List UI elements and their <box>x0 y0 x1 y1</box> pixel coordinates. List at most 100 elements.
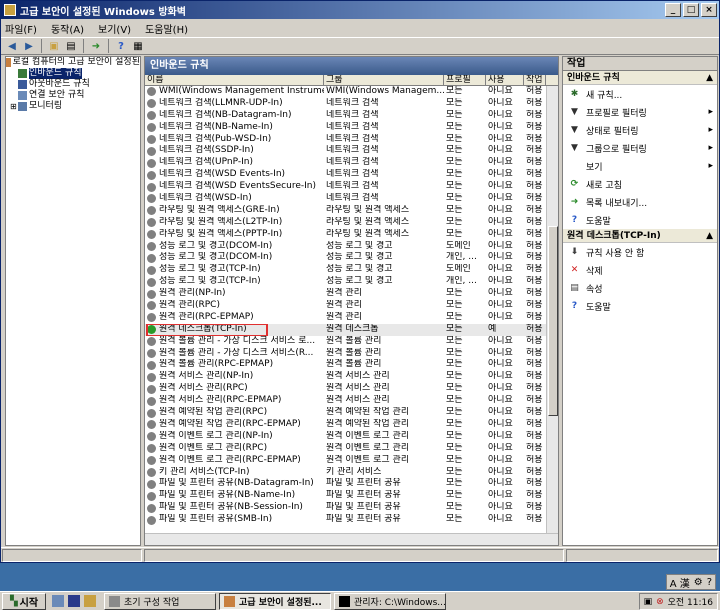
rule-row[interactable]: 원격 예약된 작업 관리(RPC) 원격 예약된 작업 관리 모든 아니요 허용 <box>145 407 558 419</box>
action-item[interactable]: 보기 ▸ <box>563 157 717 175</box>
actions-section-rule[interactable]: 원격 데스크톱(TCP-In) ▲ <box>563 229 717 243</box>
menu-view[interactable]: 보기(V) <box>98 21 131 36</box>
rule-row[interactable]: 원격 관리(RPC) 원격 관리 모든 아니요 허용 <box>145 300 558 312</box>
task-cmd[interactable]: 관리자: C:\Windows... <box>334 592 446 610</box>
rule-row[interactable]: 원격 볼륨 관리(RPC-EPMAP) 원격 볼륨 관리 모든 아니요 허용 <box>145 359 558 371</box>
rule-row[interactable]: 네트워크 검색(WSD Events-In) 네트워크 검색 모든 아니요 허용 <box>145 169 558 181</box>
rule-row[interactable]: 파일 및 프린터 공유(NB-Session-In) 파일 및 프린터 공유 모든 아… <box>145 502 558 514</box>
rule-row[interactable]: 원격 이벤트 로그 관리(RPC-EPMAP) 원격 이벤트 로그 관리 모든 아니요… <box>145 455 558 467</box>
action-item[interactable]: ▼ 상태로 필터링 ▸ <box>563 121 717 139</box>
rule-row[interactable]: 원격 볼륨 관리 - 가상 디스크 서비스 로... 원격 볼륨 관리 모든 아니요 허… <box>145 336 558 348</box>
close-button[interactable]: × <box>701 3 717 17</box>
show-hide-tree-icon[interactable]: ▤ <box>64 39 78 53</box>
rule-row[interactable]: 네트워크 검색(WSD-In) 네트워크 검색 모든 아니요 허용 <box>145 193 558 205</box>
menu-file[interactable]: 파일(F) <box>5 21 37 36</box>
rule-row[interactable]: 원격 이벤트 로그 관리(RPC) 원격 이벤트 로그 관리 모든 아니요 허용 <box>145 443 558 455</box>
powershell-icon[interactable] <box>68 595 80 607</box>
col-action[interactable]: 작업 <box>524 75 546 85</box>
rule-row[interactable]: 원격 예약된 작업 관리(RPC-EPMAP) 원격 예약된 작업 관리 모든 아니요… <box>145 419 558 431</box>
start-button[interactable]: ▚ 시작 <box>2 592 46 610</box>
maximize-button[interactable]: □ <box>683 3 699 17</box>
vertical-scrollbar[interactable] <box>546 86 558 534</box>
collapse-icon[interactable]: ▲ <box>706 229 713 242</box>
rule-row[interactable]: 파일 및 프린터 공유(SMB-In) 파일 및 프린터 공유 모든 아니요 허용 <box>145 514 558 526</box>
action-item[interactable]: ▼ 그룹으로 필터링 ▸ <box>563 139 717 157</box>
horizontal-scrollbar[interactable] <box>145 533 558 545</box>
tree-item-outbound[interactable]: 아웃바운드 규칙 <box>6 79 140 90</box>
action-item[interactable]: ▼ 프로필로 필터링 ▸ <box>563 103 717 121</box>
server-manager-icon[interactable] <box>52 595 64 607</box>
rule-row[interactable]: 성능 로그 및 경고(TCP-In) 성능 로그 및 경고 도메인 아니요 허용 <box>145 264 558 276</box>
rule-enabled-cell: 아니요 <box>488 204 513 215</box>
rule-row[interactable]: 성능 로그 및 경고(TCP-In) 성능 로그 및 경고 개인, ... 아니요 허용 <box>145 276 558 288</box>
rule-row[interactable]: 네트워크 검색(WSD EventsSecure-In) 네트워크 검색 모든 아니요… <box>145 181 558 193</box>
col-name[interactable]: 이름 <box>145 75 324 85</box>
action-item[interactable]: ⟳ 새로 고침 <box>563 175 717 193</box>
rule-row[interactable]: 원격 이벤트 로그 관리(NP-In) 원격 이벤트 로그 관리 모든 아니요 허용 <box>145 431 558 443</box>
up-folder-icon[interactable]: ▣ <box>47 39 61 53</box>
action-item[interactable]: ⬇ 규칙 사용 안 함 <box>563 243 717 261</box>
action-item[interactable]: ✕ 삭제 <box>563 261 717 279</box>
rule-row[interactable]: 라우팅 및 원격 액세스(L2TP-In) 라우팅 및 원격 액세스 모든 아니요 허용 <box>145 217 558 229</box>
col-group[interactable]: 그룹 <box>324 75 444 85</box>
rule-row[interactable]: 성능 로그 및 경고(DCOM-In) 성능 로그 및 경고 개인, ... 아니요 허… <box>145 252 558 264</box>
rule-row[interactable]: 파일 및 프린터 공유(NB-Name-In) 파일 및 프린터 공유 모든 아니요 허… <box>145 490 558 502</box>
expand-icon[interactable]: ⊞ <box>10 101 18 112</box>
rule-row[interactable]: 키 관리 서비스(TCP-In) 키 관리 서비스 모든 아니요 허용 <box>145 467 558 479</box>
tree-item-monitoring[interactable]: ⊞ 모니터링 <box>6 101 140 112</box>
rule-row[interactable]: 원격 데스크톱(TCP-In) 원격 데스크톱 모든 예 허용 <box>145 323 558 336</box>
action-item[interactable]: ? 도움말 <box>563 211 717 229</box>
actions-section-inbound[interactable]: 인바운드 규칙 ▲ <box>563 71 717 85</box>
scroll-thumb[interactable] <box>548 226 558 416</box>
collapse-icon[interactable]: ▲ <box>706 71 713 84</box>
tree-item-inbound[interactable]: 인바운드 규칙 <box>6 68 140 79</box>
explorer-icon[interactable] <box>84 595 96 607</box>
language-bar[interactable]: A 漢 ⚙ ? <box>665 574 716 590</box>
rule-row[interactable]: 원격 볼륨 관리 - 가상 디스크 서비스(R... 원격 볼륨 관리 모든 아니요 허… <box>145 348 558 360</box>
rule-row[interactable]: 원격 서비스 관리(NP-In) 원격 서비스 관리 모든 아니요 허용 <box>145 371 558 383</box>
action-item[interactable]: ✱ 새 규칙... <box>563 85 717 103</box>
rule-row[interactable]: 원격 관리(NP-In) 원격 관리 모든 아니요 허용 <box>145 288 558 300</box>
rule-row[interactable]: 라우팅 및 원격 액세스(PPTP-In) 라우팅 및 원격 액세스 모든 아니요 허용 <box>145 229 558 241</box>
clock[interactable]: 오전 11:16 <box>668 595 713 608</box>
col-enabled[interactable]: 사용 <box>486 75 524 85</box>
forward-arrow-icon[interactable]: ▶ <box>22 39 36 53</box>
rule-enabled-cell: 아니요 <box>488 300 513 311</box>
back-arrow-icon[interactable]: ◀ <box>5 39 19 53</box>
rule-row[interactable]: 네트워크 검색(LLMNR-UDP-In) 네트워크 검색 모든 아니요 허용 <box>145 98 558 110</box>
ime-icon[interactable]: ⚙ <box>694 577 703 588</box>
help-icon[interactable]: ? <box>707 577 712 588</box>
rule-row[interactable]: 성능 로그 및 경고(DCOM-In) 성능 로그 및 경고 도메인 아니요 허용 <box>145 241 558 253</box>
rule-row[interactable]: 네트워크 검색(SSDP-In) 네트워크 검색 모든 아니요 허용 <box>145 145 558 157</box>
tree-item-connection-security[interactable]: 연결 보안 규칙 <box>6 90 140 101</box>
rule-row[interactable]: 네트워크 검색(NB-Name-In) 네트워크 검색 모든 아니요 허용 <box>145 122 558 134</box>
rule-row[interactable]: 원격 서비스 관리(RPC-EPMAP) 원격 서비스 관리 모든 아니요 허용 <box>145 395 558 407</box>
rule-row[interactable]: 네트워크 검색(Pub-WSD-In) 네트워크 검색 모든 아니요 허용 <box>145 134 558 146</box>
menu-action[interactable]: 동작(A) <box>51 21 84 36</box>
rule-row[interactable]: 네트워크 검색(NB-Datagram-In) 네트워크 검색 모든 아니요 허용 <box>145 110 558 122</box>
lang-indicator[interactable]: A 漢 <box>670 575 690 590</box>
rule-name-cell: 네트워크 검색(WSD EventsSecure-In) <box>145 181 324 193</box>
tree-root[interactable]: 로컬 컴퓨터의 고급 보안이 설정된 <box>6 57 140 68</box>
task-firewall[interactable]: 고급 보안이 설정된... <box>219 592 331 610</box>
action-item[interactable]: ➜ 목록 내보내기... <box>563 193 717 211</box>
title-bar[interactable]: 고급 보안이 설정된 Windows 방화벽 _ □ × <box>1 1 719 19</box>
action-item[interactable]: ▤ 속성 <box>563 279 717 297</box>
rule-row[interactable]: 원격 관리(RPC-EPMAP) 원격 관리 모든 아니요 허용 <box>145 312 558 324</box>
rule-row[interactable]: 파일 및 프린터 공유(NB-Datagram-In) 파일 및 프린터 공유 모든… <box>145 478 558 490</box>
menu-help[interactable]: 도움말(H) <box>145 21 188 36</box>
rule-row[interactable]: 라우팅 및 원격 액세스(GRE-In) 라우팅 및 원격 액세스 모든 아니요 허용 <box>145 205 558 217</box>
console-icon[interactable]: ▦ <box>131 39 145 53</box>
rule-row[interactable]: 원격 서비스 관리(RPC) 원격 서비스 관리 모든 아니요 허용 <box>145 383 558 395</box>
help-icon[interactable]: ? <box>114 39 128 53</box>
export-icon[interactable]: ➜ <box>89 39 103 53</box>
warning-icon[interactable]: ⊗ <box>656 597 664 607</box>
task-initial-config[interactable]: 초기 구성 작업 <box>104 592 216 610</box>
action-item[interactable]: ? 도움말 <box>563 297 717 315</box>
rule-enabled-cell: 아니요 <box>488 347 513 358</box>
col-profile[interactable]: 프로필 <box>444 75 486 85</box>
minimize-button[interactable]: _ <box>665 3 681 17</box>
rule-row[interactable]: 네트워크 검색(UPnP-In) 네트워크 검색 모든 아니요 허용 <box>145 157 558 169</box>
rule-row[interactable]: WMI(Windows Management Instrume... WMI(Wi… <box>145 86 558 98</box>
network-icon[interactable]: ▣ <box>644 597 653 607</box>
